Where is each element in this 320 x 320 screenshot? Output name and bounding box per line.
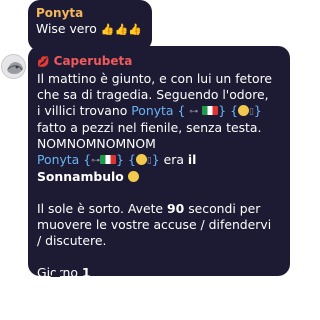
text-line: / discutere. <box>37 233 107 248</box>
author-name[interactable]: 💋 Caperubeta <box>37 53 290 71</box>
message-bubble-ponyta: Ponyta Wise vero 👍👍👍 <box>28 0 152 51</box>
player-mention[interactable]: Ponyta <box>37 152 79 167</box>
text-line: Il mattino è giunto, e con lui un fetore <box>37 71 273 86</box>
text-line: i villici trovano Ponyta { ⊶ } {▯} <box>37 103 262 118</box>
message-bubble-caperubeta: 💋 Caperubeta Il mattino è giunto, e con … <box>28 46 290 280</box>
thinking-face-icon <box>237 105 249 116</box>
sleepy-face-icon <box>127 171 139 182</box>
italy-flag-icon <box>100 155 117 164</box>
player-mention[interactable]: Ponyta <box>131 103 173 118</box>
text-line: fatto a pezzi nel fienile, senza testa. <box>37 120 262 135</box>
text-line: Giorno 1 <box>37 265 91 280</box>
text-line: NOMNOMNOMNOM <box>37 136 156 151</box>
message-text: Wise vero 👍👍👍 <box>36 21 144 38</box>
author-name[interactable]: Ponyta <box>36 5 144 21</box>
thinking-face-icon <box>135 154 147 165</box>
message-body: Il mattino è giunto, e con lui un fetore… <box>37 71 290 281</box>
message-body: Wise vero <box>36 21 97 36</box>
bubble-tail <box>50 267 60 277</box>
role-badge-icon: ⊶ <box>91 156 101 166</box>
text-line: muovere le vostre accuse / difendervi <box>37 217 272 232</box>
text-line: Il sole è sorto. Avete 90 secondi per <box>37 201 261 216</box>
text-line: Sonnambulo <box>37 169 290 185</box>
avatar[interactable] <box>1 54 26 79</box>
avatar-image-icon <box>2 55 25 78</box>
text-line: che sa di tragedia. Seguendo l'odore, <box>37 87 269 102</box>
red-lips-icon: 💋 <box>37 57 50 68</box>
italy-flag-icon <box>202 106 219 115</box>
text-line: Ponyta {⊶} {▯} era il <box>37 152 197 167</box>
role-badge-icon: ⊶ <box>189 107 199 117</box>
thumbs-up-reactions-icon: 👍👍👍 <box>100 23 142 36</box>
